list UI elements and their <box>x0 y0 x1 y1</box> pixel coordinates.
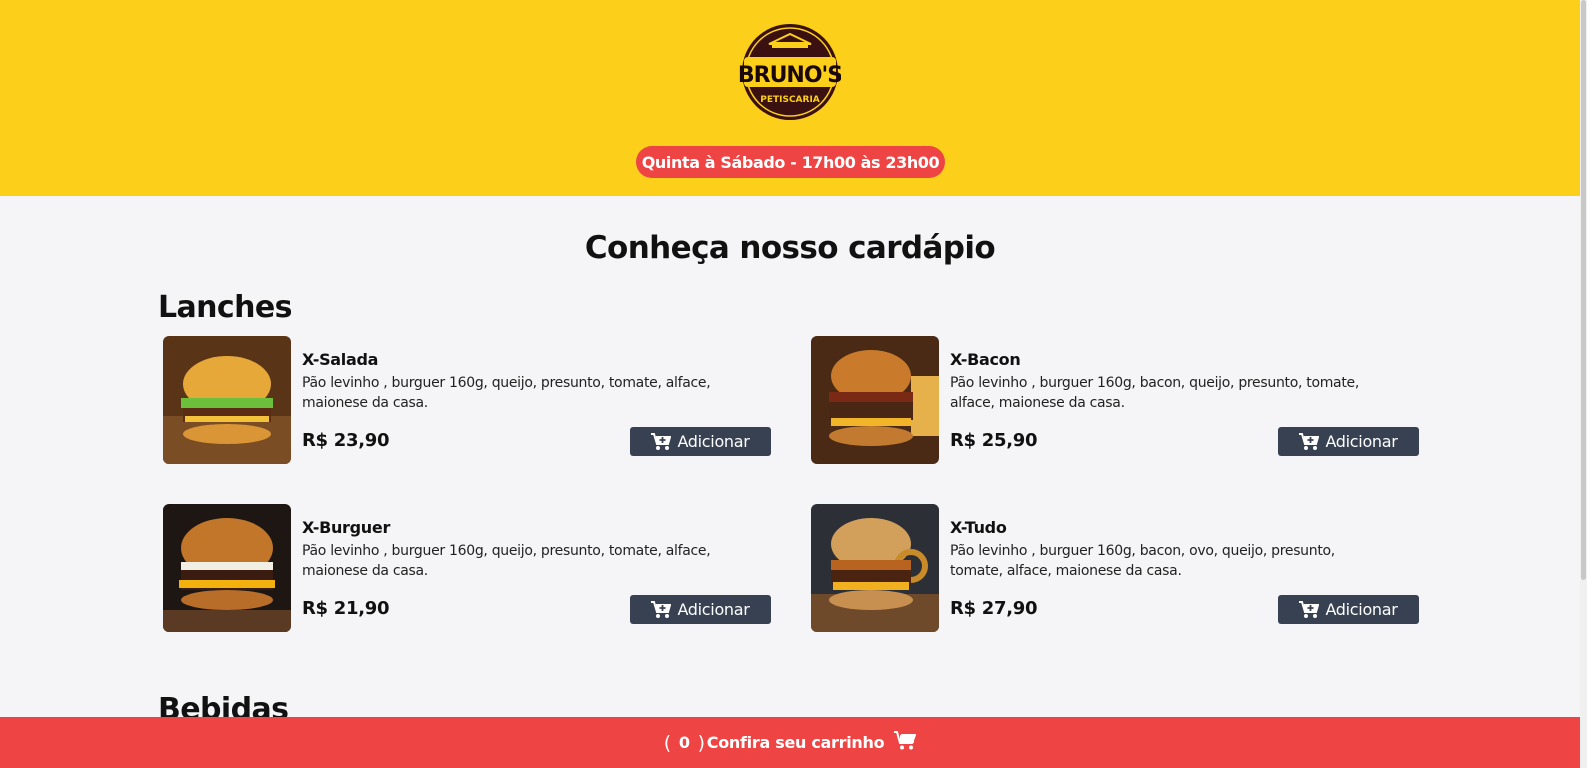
item-description: Pão levinho , burguer 160g, queijo, pres… <box>302 543 711 579</box>
cart-plus-icon <box>1299 600 1320 619</box>
scrollbar-thumb[interactable] <box>1581 0 1586 580</box>
item-price: R$ 21,90 <box>302 598 390 619</box>
brand-logo: BRUNO'S PETISCARIA <box>738 22 843 122</box>
add-button-label: Adicionar <box>677 432 750 451</box>
burger-image <box>163 336 291 464</box>
cart-button[interactable]: ( 0 ) Confira seu carrinho <box>0 717 1580 768</box>
header-banner: BRUNO'S PETISCARIA Quinta à Sábado - 17h… <box>0 0 1580 196</box>
item-name: X-Bacon <box>950 350 1021 369</box>
add-button-label: Adicionar <box>1325 432 1398 451</box>
svg-text:PETISCARIA: PETISCARIA <box>760 95 820 105</box>
item-description: Pão levinho , burguer 160g, bacon, queij… <box>950 375 1359 411</box>
burger-image <box>163 504 291 632</box>
burger-image <box>811 504 939 632</box>
add-to-cart-button[interactable]: Adicionar <box>1278 595 1419 624</box>
cart-plus-icon <box>651 600 672 619</box>
section-title-lanches: Lanches <box>158 290 292 325</box>
opening-hours-badge: Quinta à Sábado - 17h00 às 23h00 <box>636 146 945 178</box>
menu-item-x-burguer: X-Burguer Pão levinho , burguer 160g, qu… <box>163 504 773 632</box>
svg-text:BRUNO'S: BRUNO'S <box>739 63 841 88</box>
shopping-cart-icon <box>894 730 917 755</box>
cart-open-paren: ( <box>663 731 671 754</box>
add-to-cart-button[interactable]: Adicionar <box>630 595 771 624</box>
cart-close-paren: ) <box>697 731 705 754</box>
cart-count: 0 <box>678 733 690 752</box>
item-description: Pão levinho , burguer 160g, bacon, ovo, … <box>950 543 1335 579</box>
menu-item-x-bacon: X-Bacon Pão levinho , burguer 160g, baco… <box>811 336 1421 464</box>
burger-image <box>811 336 939 464</box>
cart-plus-icon <box>1299 432 1320 451</box>
item-description: Pão levinho , burguer 160g, queijo, pres… <box>302 375 711 411</box>
item-price: R$ 23,90 <box>302 430 390 451</box>
cart-plus-icon <box>651 432 672 451</box>
add-to-cart-button[interactable]: Adicionar <box>630 427 771 456</box>
menu-item-x-salada: X-Salada Pão levinho , burguer 160g, que… <box>163 336 773 464</box>
item-name: X-Tudo <box>950 518 1007 537</box>
item-price: R$ 27,90 <box>950 598 1038 619</box>
item-name: X-Burguer <box>302 518 391 537</box>
item-name: X-Salada <box>302 350 379 369</box>
add-to-cart-button[interactable]: Adicionar <box>1278 427 1419 456</box>
add-button-label: Adicionar <box>1325 600 1398 619</box>
menu-item-x-tudo: X-Tudo Pão levinho , burguer 160g, bacon… <box>811 504 1421 632</box>
menu-title: Conheça nosso cardápio <box>584 230 996 266</box>
item-price: R$ 25,90 <box>950 430 1038 451</box>
cart-label: Confira seu carrinho <box>706 733 885 752</box>
add-button-label: Adicionar <box>677 600 750 619</box>
